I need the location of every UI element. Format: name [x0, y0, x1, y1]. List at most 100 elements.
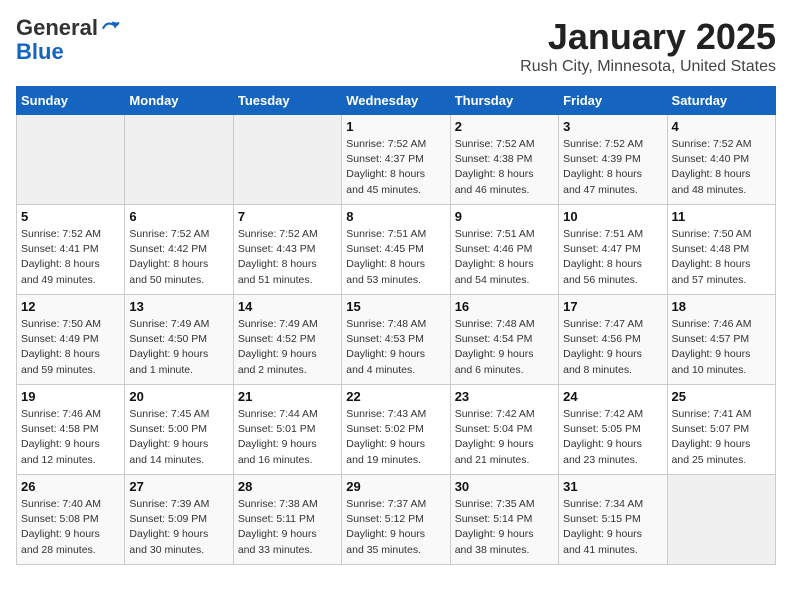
day-detail: Sunrise: 7:52 AM Sunset: 4:41 PM Dayligh… — [21, 227, 120, 288]
weekday-header: Wednesday — [342, 87, 450, 115]
weekday-header: Sunday — [17, 87, 125, 115]
calendar-cell: 5 Sunrise: 7:52 AM Sunset: 4:41 PM Daylig… — [17, 205, 125, 295]
weekday-header: Thursday — [450, 87, 558, 115]
day-detail: Sunrise: 7:45 AM Sunset: 5:00 PM Dayligh… — [129, 407, 228, 468]
calendar-cell: 26Sunrise: 7:40 AM Sunset: 5:08 PM Dayli… — [17, 475, 125, 565]
calendar-cell: 28Sunrise: 7:38 AM Sunset: 5:11 PM Dayli… — [233, 475, 341, 565]
day-number: 2 — [455, 119, 554, 134]
day-detail: Sunrise: 7:39 AM Sunset: 5:09 PM Dayligh… — [129, 497, 228, 558]
day-number: 22 — [346, 389, 445, 404]
day-detail: Sunrise: 7:40 AM Sunset: 5:08 PM Dayligh… — [21, 497, 120, 558]
day-detail: Sunrise: 7:51 AM Sunset: 4:47 PM Dayligh… — [563, 227, 662, 288]
day-number: 8 — [346, 209, 445, 224]
location-subtitle: Rush City, Minnesota, United States — [520, 58, 776, 76]
day-number: 3 — [563, 119, 662, 134]
weekday-header: Monday — [125, 87, 233, 115]
calendar-cell: 19Sunrise: 7:46 AM Sunset: 4:58 PM Dayli… — [17, 385, 125, 475]
calendar-cell: 11 Sunrise: 7:50 AM Sunset: 4:48 PM Dayli… — [667, 205, 775, 295]
day-detail: Sunrise: 7:43 AM Sunset: 5:02 PM Dayligh… — [346, 407, 445, 468]
day-number: 30 — [455, 479, 554, 494]
calendar-cell: 22 Sunrise: 7:43 AM Sunset: 5:02 PM Dayli… — [342, 385, 450, 475]
day-number: 6 — [129, 209, 228, 224]
day-detail: Sunrise: 7:50 AM Sunset: 4:48 PM Dayligh… — [672, 227, 771, 288]
calendar-cell: 13 Sunrise: 7:49 AM Sunset: 4:50 PM Dayli… — [125, 295, 233, 385]
calendar-cell: 20 Sunrise: 7:45 AM Sunset: 5:00 PM Dayli… — [125, 385, 233, 475]
calendar-cell: 29Sunrise: 7:37 AM Sunset: 5:12 PM Dayli… — [342, 475, 450, 565]
day-detail: Sunrise: 7:52 AM Sunset: 4:43 PM Dayligh… — [238, 227, 337, 288]
calendar-cell: 18Sunrise: 7:46 AM Sunset: 4:57 PM Dayli… — [667, 295, 775, 385]
day-detail: Sunrise: 7:48 AM Sunset: 4:53 PM Dayligh… — [346, 317, 445, 378]
calendar-cell: 24 Sunrise: 7:42 AM Sunset: 5:05 PM Dayli… — [559, 385, 667, 475]
day-number: 14 — [238, 299, 337, 314]
calendar-cell: 14 Sunrise: 7:49 AM Sunset: 4:52 PM Dayli… — [233, 295, 341, 385]
calendar-cell: 23 Sunrise: 7:42 AM Sunset: 5:04 PM Dayli… — [450, 385, 558, 475]
calendar-cell: 31 Sunrise: 7:34 AM Sunset: 5:15 PM Dayli… — [559, 475, 667, 565]
calendar-table: SundayMondayTuesdayWednesdayThursdayFrid… — [16, 86, 776, 565]
calendar-cell: 6 Sunrise: 7:52 AM Sunset: 4:42 PM Daylig… — [125, 205, 233, 295]
logo-blue: Blue — [16, 40, 120, 64]
logo-icon — [100, 18, 120, 38]
calendar-cell: 30 Sunrise: 7:35 AM Sunset: 5:14 PM Dayli… — [450, 475, 558, 565]
day-number: 5 — [21, 209, 120, 224]
calendar-cell: 15 Sunrise: 7:48 AM Sunset: 4:53 PM Dayli… — [342, 295, 450, 385]
day-detail: Sunrise: 7:42 AM Sunset: 5:05 PM Dayligh… — [563, 407, 662, 468]
day-detail: Sunrise: 7:50 AM Sunset: 4:49 PM Dayligh… — [21, 317, 120, 378]
weekday-header: Tuesday — [233, 87, 341, 115]
calendar-cell — [233, 115, 341, 205]
day-detail: Sunrise: 7:41 AM Sunset: 5:07 PM Dayligh… — [672, 407, 771, 468]
day-detail: Sunrise: 7:51 AM Sunset: 4:45 PM Dayligh… — [346, 227, 445, 288]
calendar-cell: 2 Sunrise: 7:52 AM Sunset: 4:38 PM Daylig… — [450, 115, 558, 205]
day-detail: Sunrise: 7:35 AM Sunset: 5:14 PM Dayligh… — [455, 497, 554, 558]
day-number: 24 — [563, 389, 662, 404]
day-number: 27 — [129, 479, 228, 494]
calendar-cell: 8 Sunrise: 7:51 AM Sunset: 4:45 PM Daylig… — [342, 205, 450, 295]
calendar-cell — [667, 475, 775, 565]
calendar-cell: 7 Sunrise: 7:52 AM Sunset: 4:43 PM Daylig… — [233, 205, 341, 295]
day-number: 1 — [346, 119, 445, 134]
day-detail: Sunrise: 7:47 AM Sunset: 4:56 PM Dayligh… — [563, 317, 662, 378]
day-detail: Sunrise: 7:34 AM Sunset: 5:15 PM Dayligh… — [563, 497, 662, 558]
calendar-cell — [125, 115, 233, 205]
calendar-cell: 10 Sunrise: 7:51 AM Sunset: 4:47 PM Dayli… — [559, 205, 667, 295]
logo: General Blue — [16, 16, 120, 64]
weekday-header: Saturday — [667, 87, 775, 115]
calendar-cell: 27 Sunrise: 7:39 AM Sunset: 5:09 PM Dayli… — [125, 475, 233, 565]
day-number: 19 — [21, 389, 120, 404]
day-detail: Sunrise: 7:52 AM Sunset: 4:38 PM Dayligh… — [455, 137, 554, 198]
title-block: January 2025 Rush City, Minnesota, Unite… — [520, 16, 776, 76]
day-number: 10 — [563, 209, 662, 224]
day-number: 13 — [129, 299, 228, 314]
day-number: 11 — [672, 209, 771, 224]
calendar-cell: 25 Sunrise: 7:41 AM Sunset: 5:07 PM Dayli… — [667, 385, 775, 475]
day-number: 17 — [563, 299, 662, 314]
page-header: General Blue January 2025 Rush City, Min… — [16, 16, 776, 76]
day-detail: Sunrise: 7:44 AM Sunset: 5:01 PM Dayligh… — [238, 407, 337, 468]
day-detail: Sunrise: 7:49 AM Sunset: 4:50 PM Dayligh… — [129, 317, 228, 378]
day-number: 7 — [238, 209, 337, 224]
day-number: 18 — [672, 299, 771, 314]
day-detail: Sunrise: 7:52 AM Sunset: 4:37 PM Dayligh… — [346, 137, 445, 198]
day-number: 9 — [455, 209, 554, 224]
day-number: 31 — [563, 479, 662, 494]
calendar-cell: 21Sunrise: 7:44 AM Sunset: 5:01 PM Dayli… — [233, 385, 341, 475]
calendar-cell: 9 Sunrise: 7:51 AM Sunset: 4:46 PM Daylig… — [450, 205, 558, 295]
day-detail: Sunrise: 7:52 AM Sunset: 4:42 PM Dayligh… — [129, 227, 228, 288]
day-detail: Sunrise: 7:48 AM Sunset: 4:54 PM Dayligh… — [455, 317, 554, 378]
day-detail: Sunrise: 7:52 AM Sunset: 4:40 PM Dayligh… — [672, 137, 771, 198]
day-number: 4 — [672, 119, 771, 134]
day-detail: Sunrise: 7:42 AM Sunset: 5:04 PM Dayligh… — [455, 407, 554, 468]
logo-general: General — [16, 16, 98, 40]
calendar-cell: 16Sunrise: 7:48 AM Sunset: 4:54 PM Dayli… — [450, 295, 558, 385]
calendar-cell — [17, 115, 125, 205]
day-number: 23 — [455, 389, 554, 404]
day-number: 15 — [346, 299, 445, 314]
weekday-header: Friday — [559, 87, 667, 115]
day-detail: Sunrise: 7:49 AM Sunset: 4:52 PM Dayligh… — [238, 317, 337, 378]
day-detail: Sunrise: 7:51 AM Sunset: 4:46 PM Dayligh… — [455, 227, 554, 288]
day-number: 20 — [129, 389, 228, 404]
day-number: 25 — [672, 389, 771, 404]
month-title: January 2025 — [520, 16, 776, 58]
calendar-cell: 12Sunrise: 7:50 AM Sunset: 4:49 PM Dayli… — [17, 295, 125, 385]
calendar-cell: 3Sunrise: 7:52 AM Sunset: 4:39 PM Daylig… — [559, 115, 667, 205]
calendar-cell: 17 Sunrise: 7:47 AM Sunset: 4:56 PM Dayli… — [559, 295, 667, 385]
